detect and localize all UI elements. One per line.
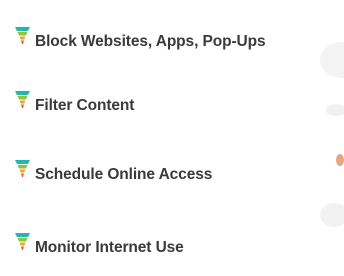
feature-item-block-websites: Block Websites, Apps, Pop-Ups (14, 27, 266, 59)
filter-funnel-icon (15, 91, 30, 108)
feature-label: Schedule Online Access (35, 166, 213, 183)
filter-funnel-icon (15, 27, 30, 44)
feature-item-schedule-access: Schedule Online Access (14, 160, 212, 192)
feature-list: Block Websites, Apps, Pop-Ups Filter Con… (0, 0, 344, 276)
feature-item-filter-content: Filter Content (14, 91, 134, 123)
feature-item-monitor-internet: Monitor Internet Use (14, 233, 184, 265)
filter-funnel-icon (15, 160, 30, 177)
filter-funnel-icon (15, 233, 30, 250)
feature-label: Block Websites, Apps, Pop-Ups (35, 33, 266, 50)
feature-label: Filter Content (35, 97, 135, 114)
feature-label: Monitor Internet Use (35, 239, 184, 256)
